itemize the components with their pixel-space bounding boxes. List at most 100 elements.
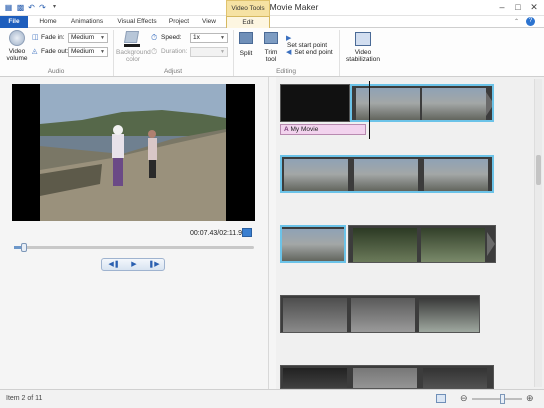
zoom-out-icon[interactable]: ⊖ — [460, 393, 468, 404]
video-volume-label: Video volume — [6, 48, 28, 62]
clip-thumbnail — [422, 88, 486, 120]
group-label-editing: Editing — [276, 68, 296, 75]
seek-bar[interactable] — [14, 243, 254, 252]
group-label-audio: Audio — [47, 68, 65, 75]
clip-thumbnail — [353, 228, 417, 262]
clip-thumbnail — [282, 229, 344, 261]
fade-out-dropdown[interactable]: Medium ▼ — [68, 47, 108, 57]
end-point-icon: ◀ — [286, 49, 292, 56]
storyboard-clip-selected[interactable] — [350, 84, 494, 122]
storyboard-pane[interactable]: A My Movie — [276, 77, 544, 389]
fade-out-value: Medium — [71, 48, 95, 55]
play-icon[interactable]: ▶ — [126, 260, 142, 270]
caption-text: My Movie — [290, 126, 319, 133]
storyboard-clip[interactable] — [280, 365, 494, 389]
trim-tool-button[interactable]: Trim tool — [259, 30, 283, 66]
duration-icon: ⏱ — [151, 47, 158, 56]
set-start-point-button[interactable]: ▶ Set start point — [286, 34, 334, 49]
clip-thumbnail — [283, 298, 347, 332]
chevron-down-icon: ▼ — [220, 49, 225, 55]
minimize-ribbon-icon[interactable]: ⌃ — [514, 18, 519, 25]
storyboard-scrollbar[interactable] — [534, 79, 542, 387]
speed-value: 1x — [193, 34, 200, 41]
set-end-point-button[interactable]: ◀ Set end point — [286, 48, 334, 57]
tab-file[interactable]: File — [0, 16, 28, 28]
chevron-down-icon: ▼ — [220, 35, 225, 41]
background-color-label: Background color — [116, 49, 151, 63]
start-point-icon: ▶ — [286, 35, 292, 42]
trim-icon — [264, 32, 278, 44]
transition-marker — [487, 232, 495, 256]
tab-project[interactable]: Project — [164, 16, 194, 28]
video-volume-button[interactable]: Video volume — [4, 30, 30, 66]
maximize-icon[interactable]: □ — [510, 0, 526, 14]
storyboard-clip-selected[interactable] — [280, 155, 494, 193]
help-icon[interactable]: ? — [526, 17, 535, 26]
zoom-handle[interactable] — [500, 394, 505, 404]
scrollbar-thumb[interactable] — [536, 155, 541, 185]
clip-thumbnail — [421, 228, 485, 262]
paint-bucket-icon — [123, 31, 140, 43]
tab-view[interactable]: View — [196, 16, 222, 28]
storyboard-clip[interactable] — [280, 295, 480, 333]
clip-thumbnail — [354, 159, 418, 191]
caption-item[interactable]: A My Movie — [280, 124, 366, 135]
video-stabilization-button[interactable]: Video stabilization — [342, 30, 384, 66]
window-title: My Movie - Movie Maker — [225, 2, 319, 12]
clip-thumbnail — [283, 368, 347, 388]
group-divider — [339, 30, 340, 76]
group-label-adjust: Adjust — [163, 68, 183, 75]
storyboard-clip[interactable] — [348, 225, 496, 263]
storyboard-clip-selected[interactable] — [280, 225, 346, 263]
next-frame-icon[interactable]: ❚▶ — [146, 260, 162, 270]
fade-in-label: Fade in: — [41, 34, 65, 41]
ribbon: Video volume ◫ Fade in: Medium ▼ ◬ Fade o… — [0, 28, 544, 77]
playback-controls: ◀❚ ▶ ❚▶ — [101, 258, 165, 271]
tab-visual-effects[interactable]: Visual Effects — [112, 16, 162, 28]
speed-icon: ⏱ — [151, 33, 158, 42]
minimize-icon[interactable]: – — [494, 0, 510, 14]
chevron-down-icon: ▼ — [100, 49, 105, 55]
zoom-slider[interactable] — [472, 394, 522, 404]
playhead[interactable] — [369, 81, 370, 139]
video-tools-context-label: Video Tools — [226, 0, 270, 16]
status-bar: Item 2 of 11 ⊖ ⊕ — [0, 389, 544, 408]
close-icon[interactable]: ✕ — [526, 0, 542, 14]
clip-thumbnail — [423, 368, 487, 388]
split-button[interactable]: Split — [236, 30, 256, 66]
video-frame — [12, 84, 255, 221]
trim-tool-label: Trim tool — [264, 49, 278, 63]
fade-out-icon: ◬ — [32, 48, 38, 55]
color-swatch — [124, 44, 140, 47]
caption-icon: A — [284, 126, 289, 133]
fullscreen-icon[interactable] — [242, 228, 252, 237]
split-label: Split — [239, 50, 253, 57]
set-end-label: Set end point — [294, 49, 333, 56]
tab-home[interactable]: Home — [34, 16, 62, 28]
fade-in-dropdown[interactable]: Medium ▼ — [68, 33, 108, 43]
tab-animations[interactable]: Animations — [66, 16, 108, 28]
fade-in-value: Medium — [71, 34, 95, 41]
seek-handle[interactable] — [20, 243, 27, 252]
clip-thumbnail — [419, 298, 479, 332]
clip-thumbnail — [351, 298, 415, 332]
volume-icon — [9, 30, 25, 46]
background-color-button[interactable]: Background color — [116, 30, 151, 66]
ribbon-tabs: File Home Animations Visual Effects Proj… — [0, 16, 544, 29]
duration-label: Duration: — [161, 48, 188, 55]
storyboard-clip[interactable] — [280, 84, 350, 122]
fade-out-label: Fade out: — [41, 48, 69, 55]
clip-thumbnail — [284, 159, 348, 191]
video-stabilization-label: Video stabilization — [346, 49, 380, 63]
pane-divider[interactable] — [268, 77, 276, 389]
duration-dropdown[interactable]: ▼ — [190, 47, 228, 57]
clip-thumbnail — [356, 88, 420, 120]
stabilization-icon — [355, 32, 371, 46]
storyboard-view-icon[interactable] — [436, 394, 446, 403]
zoom-in-icon[interactable]: ⊕ — [526, 393, 534, 404]
transition-marker — [486, 92, 492, 116]
speed-dropdown[interactable]: 1x ▼ — [190, 33, 228, 43]
previous-frame-icon[interactable]: ◀❚ — [106, 260, 122, 270]
video-preview[interactable] — [12, 84, 255, 221]
speed-label: Speed: — [161, 34, 182, 41]
